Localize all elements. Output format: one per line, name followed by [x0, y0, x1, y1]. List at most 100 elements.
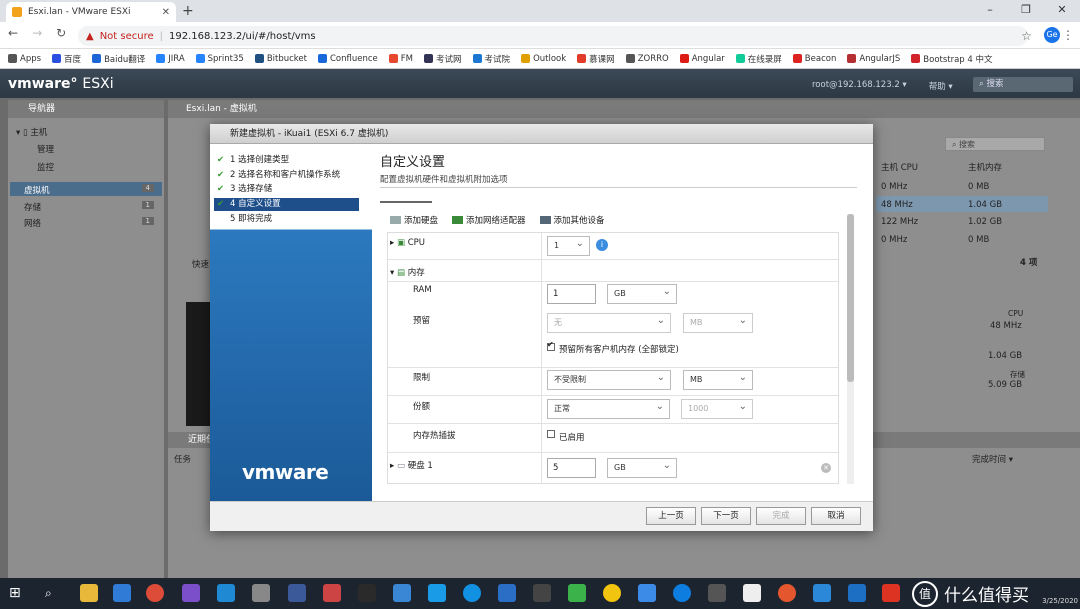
bookmark-item[interactable]: AngularJS [847, 54, 900, 64]
nav-network[interactable]: 网络 1 [24, 217, 160, 229]
add-nic-button[interactable]: 添加网络适配器 [452, 214, 526, 226]
bookmark-item[interactable]: Apps [8, 54, 41, 64]
app-icon[interactable] [498, 584, 516, 602]
url-text[interactable]: 192.168.123.2/ui/#/host/vms [169, 31, 316, 42]
app-icon[interactable] [603, 584, 621, 602]
nav-host[interactable]: ▾ ▯ 主机 [16, 126, 47, 138]
limit-unit-select[interactable]: MB [683, 369, 753, 390]
close-window-icon[interactable]: ✕ [1044, 0, 1080, 22]
step-2[interactable]: ✔ 2 选择名称和客户机操作系统 [214, 169, 358, 182]
esxi-search-input[interactable]: ⌕ 搜索 [973, 77, 1073, 92]
app-icon[interactable] [638, 584, 656, 602]
disk-row-label[interactable]: ▸ ▭ 硬盘 1 [390, 459, 433, 471]
nav-manage[interactable]: 管理 [37, 143, 54, 155]
ram-unit-select[interactable]: GB [607, 283, 677, 304]
add-other-button[interactable]: 添加其他设备 [539, 214, 605, 226]
add-disk-button[interactable]: 添加硬盘 [390, 214, 438, 226]
bookmark-item[interactable]: 考试院 [472, 53, 510, 65]
minimize-icon[interactable]: – [972, 0, 1008, 22]
forward-icon[interactable]: → [32, 26, 42, 40]
clock[interactable]: 3/25/2020 [1042, 597, 1078, 605]
step-4[interactable]: ✔ 4 自定义设置 [214, 198, 358, 211]
bookmark-item[interactable]: Beacon [792, 54, 836, 64]
app-icon[interactable] [882, 584, 900, 602]
windows-start-icon[interactable]: ⊞ [9, 585, 21, 601]
visual-studio-icon[interactable] [182, 584, 200, 602]
step-5[interactable]: 5 即将完成 [214, 213, 358, 226]
reload-icon[interactable]: ↻ [56, 26, 66, 40]
vm-console-thumbnail[interactable] [186, 302, 212, 426]
disk-unit-select[interactable]: GB [607, 457, 677, 478]
tools-icon[interactable] [252, 584, 270, 602]
disk-size-input[interactable]: 5 [547, 458, 596, 478]
not-secure-label[interactable]: Not secure [100, 31, 154, 42]
next-button[interactable]: 下一页 [701, 507, 751, 525]
maps-icon[interactable] [288, 584, 306, 602]
app-icon[interactable] [428, 584, 446, 602]
quick-filter[interactable]: 快速 [192, 258, 209, 270]
info-icon[interactable]: i [596, 239, 608, 251]
task-column[interactable]: 任务 [174, 453, 191, 465]
profile-avatar[interactable]: Ge [1044, 27, 1060, 43]
nav-monitor[interactable]: 监控 [37, 161, 54, 173]
reserve-all-checkbox[interactable] [547, 340, 555, 351]
reserve-select[interactable]: 无 [547, 312, 671, 333]
back-button[interactable]: 上一页 [646, 507, 696, 525]
step-1[interactable]: ✔ 1 选择创建类型 [214, 154, 358, 167]
chrome-icon[interactable] [146, 584, 164, 602]
nav-vms[interactable]: 虚拟机 4 [24, 184, 160, 196]
app-icon[interactable] [778, 584, 796, 602]
app-icon[interactable] [323, 584, 341, 602]
bookmark-item[interactable]: FM [388, 54, 413, 64]
menu-icon[interactable]: ⋮ [1062, 28, 1074, 42]
browser-tab[interactable]: Esxi.lan - VMware ESXi ✕ [6, 2, 176, 22]
app-icon[interactable] [533, 584, 551, 602]
limit-select[interactable]: 不受限制 [547, 369, 671, 390]
app-icon[interactable] [813, 584, 831, 602]
bookmark-item[interactable]: Outlook [521, 54, 566, 64]
help-menu[interactable]: 帮助 ▾ [929, 80, 953, 92]
vm-search-input[interactable]: ⌕ 搜索 [945, 137, 1045, 151]
cpu-row-label[interactable]: ▸ ▣ CPU [390, 238, 425, 248]
remove-disk-icon[interactable]: ✕ [821, 463, 831, 473]
memory-row-label[interactable]: ▾ ▤ 内存 [390, 266, 425, 278]
bookmark-item[interactable]: Angular [679, 54, 725, 64]
mail-icon[interactable] [113, 584, 131, 602]
bookmark-item[interactable]: 考试网 [424, 53, 462, 65]
user-menu[interactable]: root@192.168.123.2 ▾ [812, 80, 907, 92]
bookmark-item[interactable]: Baidu翻译 [92, 53, 145, 65]
search-icon[interactable]: ⌕ [45, 586, 52, 601]
address-bar[interactable]: ▲ Not secure | 192.168.123.2/ui/#/host/v… [78, 26, 1028, 46]
back-icon[interactable]: ← [8, 26, 18, 40]
step-3[interactable]: ✔ 3 选择存储 [214, 183, 358, 196]
bookmark-item[interactable]: Confluence [318, 54, 378, 64]
bookmark-item[interactable]: Bootstrap 4 中文 [911, 53, 993, 65]
close-tab-icon[interactable]: ✕ [162, 7, 170, 18]
bookmark-item[interactable]: ZORRO [625, 54, 669, 64]
app-icon[interactable] [848, 584, 866, 602]
reserve-unit-select[interactable]: MB [683, 312, 753, 333]
terminal-icon[interactable] [358, 584, 376, 602]
skype-icon[interactable] [463, 584, 481, 602]
ram-input[interactable]: 1 [547, 284, 596, 304]
shares-number-select[interactable]: 1000 [681, 398, 753, 419]
col-host-cpu[interactable]: 主机 CPU [881, 161, 918, 173]
bookmark-star-icon[interactable]: ☆ [1021, 29, 1032, 43]
bookmark-item[interactable]: 慕课网 [577, 53, 615, 65]
shares-select[interactable]: 正常 [547, 398, 670, 419]
app-icon[interactable] [393, 584, 411, 602]
nav-storage[interactable]: 存储 1 [24, 201, 160, 213]
bookmark-item[interactable]: Sprint35 [195, 54, 244, 64]
new-tab-button[interactable]: + [182, 3, 194, 19]
cpu-select[interactable]: 1 [547, 235, 590, 256]
completed-column[interactable]: 完成时间 ▾ [972, 453, 1013, 465]
finish-button[interactable]: 完成 [756, 507, 806, 525]
app-icon[interactable] [673, 584, 691, 602]
col-host-mem[interactable]: 主机内存 [968, 161, 1002, 173]
bookmark-item[interactable]: 在线录屏 [735, 53, 782, 65]
scrollbar-thumb[interactable] [847, 214, 854, 382]
maximize-icon[interactable]: ❐ [1008, 0, 1044, 22]
bookmark-item[interactable]: Bitbucket [254, 54, 307, 64]
app-icon[interactable] [708, 584, 726, 602]
file-explorer-icon[interactable] [80, 584, 98, 602]
